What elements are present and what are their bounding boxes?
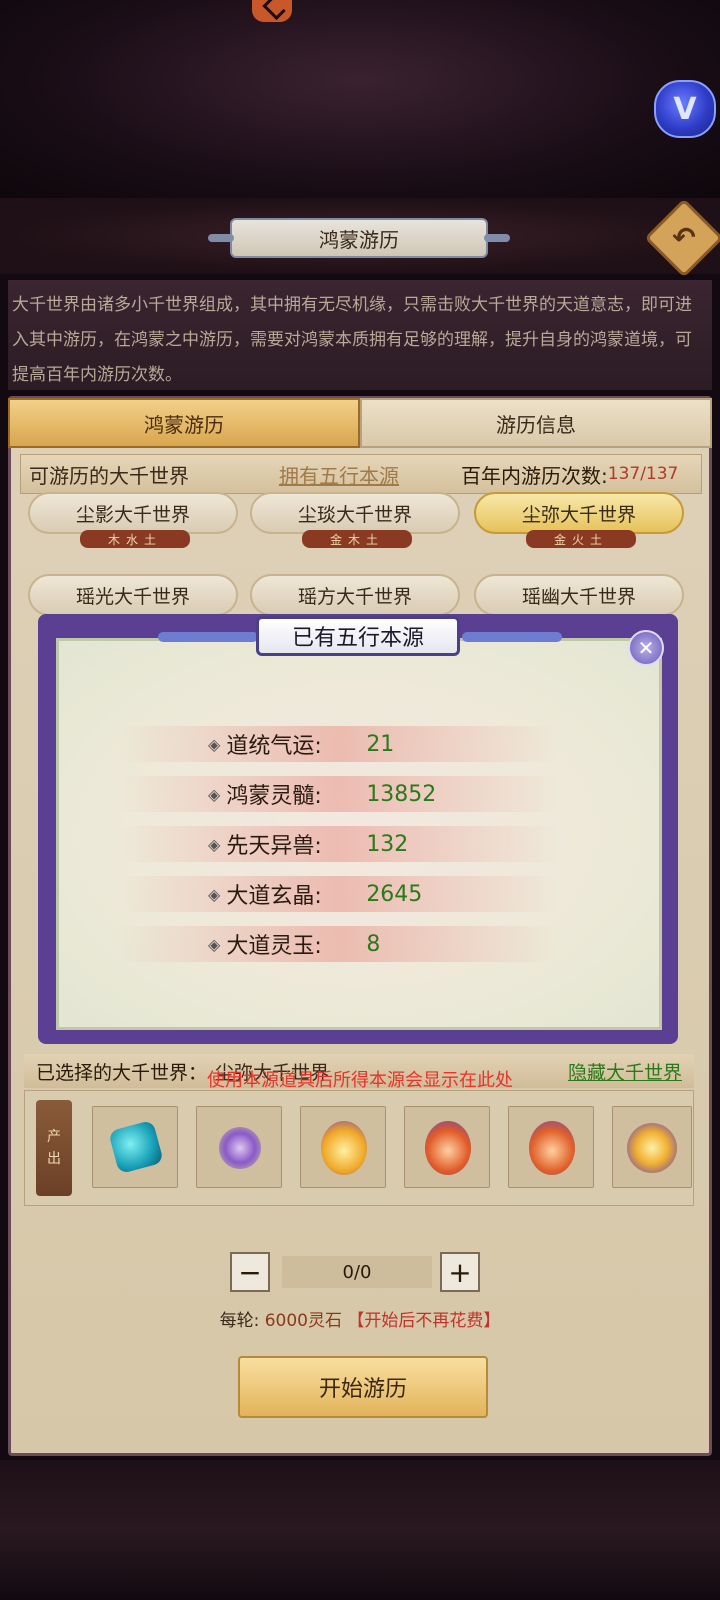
back-arrow-icon: ↶ [672,221,696,254]
diamond-bullet-icon: ◈ [208,734,221,754]
stat-row: ◈ 鸿蒙灵髓: 13852 [118,776,558,812]
world-button-yaofang[interactable]: 瑶方大千世界 [250,574,460,616]
source-notice: 使用本源道具后所得本源会显示在此处 [207,1070,513,1091]
stat-label: 鸿蒙灵髓: [226,784,322,809]
world-name: 瑶光大千世界 [75,585,190,608]
world-button-chentan[interactable]: 尘琰大千世界 [250,492,460,534]
stat-row: ◈ 大道玄晶: 2645 [118,876,558,912]
start-travel-button[interactable]: 开始游历 [238,1356,488,1418]
item-slot[interactable] [508,1106,594,1188]
world-button-yaoyou[interactable]: 瑶幽大千世界 [474,574,684,616]
fire-talisman-icon [529,1121,575,1175]
output-label: 产 出 [36,1100,72,1196]
stat-label: 大道灵玉: [226,934,322,959]
cost-note: 【开始后不再花费】 [347,1311,501,1331]
item-slot[interactable] [404,1106,490,1188]
stat-value: 21 [366,731,395,757]
world-name: 尘琰大千世界 [297,503,412,526]
diamond-bullet-icon: ◈ [208,784,221,804]
world-element-tag: 木水土 [80,530,190,548]
stat-value: 13852 [366,781,437,807]
item-slot[interactable] [612,1106,692,1188]
spirit-orb-icon [219,1127,261,1169]
page-title: 鸿蒙游历 [208,218,510,258]
travel-count-label: 百年内游历次数: [461,463,608,488]
quantity-value: 0/0 [282,1256,432,1288]
travel-count-value: 137/137 [607,464,679,484]
cost-line: 每轮: 6000灵石 【开始后不再花费】 [0,1306,720,1331]
plus-button[interactable]: + [440,1252,480,1292]
gold-talisman-icon [321,1121,367,1175]
world-name: 瑶方大千世界 [297,585,412,608]
close-icon[interactable]: ✕ [628,630,664,666]
world-button-chenmi[interactable]: 尘弥大千世界 [474,492,684,534]
output-label-top: 产 [47,1129,61,1145]
diamond-bullet-icon: ◈ [208,884,221,904]
stat-label: 大道玄晶: [226,884,322,909]
stat-label: 先天异兽: [226,834,322,859]
diamond-bullet-icon: ◈ [208,934,221,954]
app-logo-icon [252,0,292,22]
description-text: 大千世界由诸多小千世界组成，其中拥有无尽机缘，只需击败大千世界的天道意志，即可进… [8,280,712,390]
quantity-stepper: − 0/0 + [230,1252,480,1292]
world-element-tag: 金火土 [526,530,636,548]
world-list-header: 可游历的大千世界 拥有五行本源 百年内游历次数: 137/137 [20,454,702,494]
world-name: 瑶幽大千世界 [521,585,636,608]
stat-value: 132 [366,831,409,857]
world-name: 尘弥大千世界 [521,503,636,526]
fire-talisman-icon [425,1121,471,1175]
stat-row: ◈ 大道灵玉: 8 [118,926,558,962]
world-element-tag: 金木土 [302,530,412,548]
world-button-yaoguang[interactable]: 瑶光大千世界 [28,574,238,616]
minus-button[interactable]: − [230,1252,270,1292]
bottom-background [0,1460,720,1600]
output-label-bottom: 出 [47,1151,61,1167]
item-slot[interactable] [300,1106,386,1188]
item-slot[interactable] [92,1106,178,1188]
jade-stone-icon [108,1119,164,1175]
modal-cloud-decoration [462,632,562,642]
stat-value: 8 [366,931,381,957]
item-slot[interactable] [196,1106,282,1188]
diamond-bullet-icon: ◈ [208,834,221,854]
world-list-title: 可游历的大千世界 [29,463,189,488]
golden-crystal-icon [627,1123,677,1173]
five-elements-link[interactable]: 拥有五行本源 [279,460,449,489]
tab-hongmeng-travel[interactable]: 鸿蒙游历 [8,398,360,448]
stat-label: 道统气运: [226,734,322,759]
tab-bar: 鸿蒙游历 游历信息 [8,398,712,448]
top-background [0,0,720,200]
world-button-chenying[interactable]: 尘影大千世界 [28,492,238,534]
stat-value: 2645 [366,881,423,907]
tab-travel-info[interactable]: 游历信息 [360,398,712,448]
v-badge-icon[interactable]: V [654,80,716,138]
cost-value: 6000灵石 [264,1311,342,1331]
stat-row: ◈ 道统气运: 21 [118,726,558,762]
modal-title: 已有五行本源 [256,616,460,656]
stat-row: ◈ 先天异兽: 132 [118,826,558,862]
cost-label: 每轮: [219,1311,260,1331]
modal-cloud-decoration [158,632,258,642]
world-name: 尘影大千世界 [75,503,190,526]
